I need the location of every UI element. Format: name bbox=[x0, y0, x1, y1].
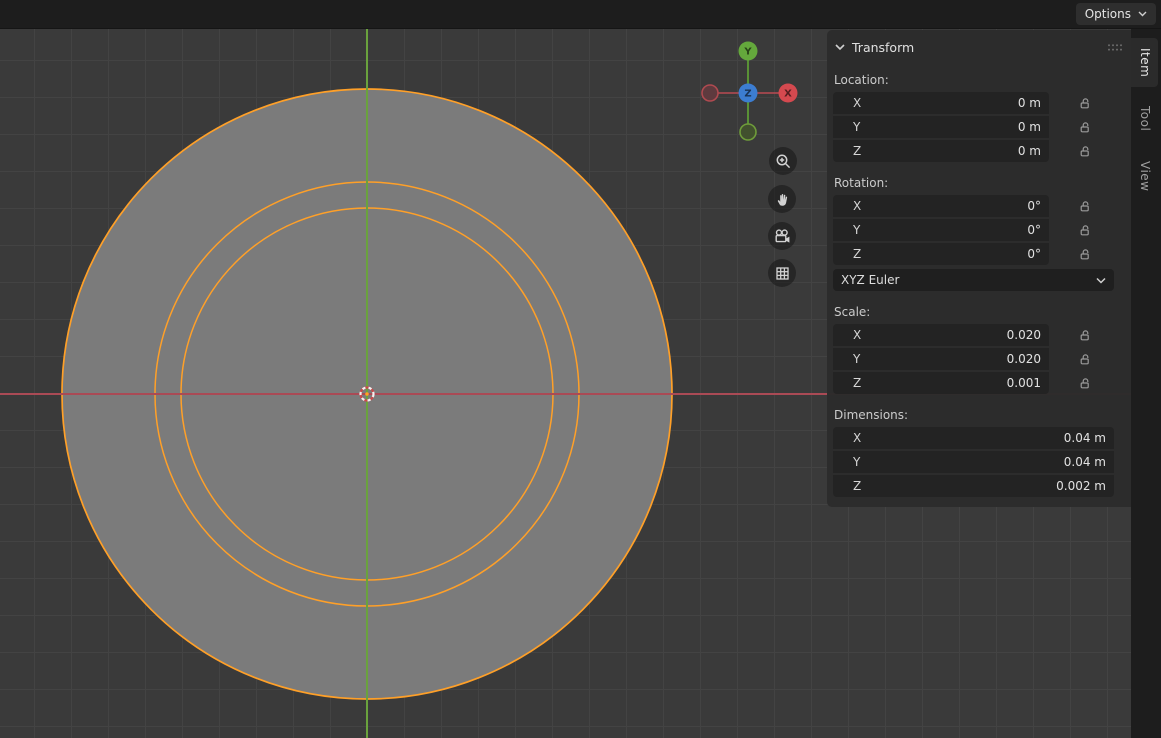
axis-label: Y bbox=[853, 455, 860, 469]
axis-label: Z bbox=[853, 479, 861, 493]
dimensions-label: Dimensions: bbox=[834, 408, 1131, 422]
location-z-field[interactable]: Z 0 m bbox=[833, 140, 1049, 162]
axis-value: 0.001 bbox=[1007, 376, 1041, 390]
scale-z-field[interactable]: Z 0.001 bbox=[833, 372, 1049, 394]
panel-grip-icon[interactable] bbox=[1107, 43, 1123, 52]
lock-icon[interactable] bbox=[1079, 121, 1092, 134]
lock-icon[interactable] bbox=[1079, 353, 1092, 366]
dimensions-y-field[interactable]: Y 0.04 m bbox=[833, 451, 1114, 473]
object-origin-dot bbox=[365, 392, 369, 396]
chevron-down-icon bbox=[835, 43, 845, 51]
axis-value: 0 m bbox=[1018, 96, 1041, 110]
axis-value: 0° bbox=[1027, 199, 1041, 213]
scale-label: Scale: bbox=[834, 305, 1131, 319]
dimensions-x-field[interactable]: X 0.04 m bbox=[833, 427, 1114, 449]
axis-label: X bbox=[853, 96, 861, 110]
rotation-y-field[interactable]: Y 0° bbox=[833, 219, 1049, 241]
rotation-z-field[interactable]: Z 0° bbox=[833, 243, 1049, 265]
gizmo-minus-y-ball[interactable] bbox=[740, 124, 756, 140]
axis-value: 0 m bbox=[1018, 120, 1041, 134]
axis-value: 0.04 m bbox=[1064, 431, 1106, 445]
navigation-gizmo[interactable]: Y X Z bbox=[690, 29, 800, 154]
gizmo-y-label: Y bbox=[743, 47, 752, 58]
lock-icon[interactable] bbox=[1079, 248, 1092, 261]
rotation-mode-value: XYZ Euler bbox=[841, 273, 899, 287]
gizmo-minus-x-ball[interactable] bbox=[702, 85, 718, 101]
axis-label: Y bbox=[853, 120, 860, 134]
chevron-down-icon bbox=[1096, 277, 1106, 284]
axis-label: Z bbox=[853, 376, 861, 390]
blender-window: Y X Z bbox=[0, 0, 1161, 738]
axis-value: 0.020 bbox=[1007, 352, 1041, 366]
lock-icon[interactable] bbox=[1079, 224, 1092, 237]
camera-icon bbox=[773, 228, 791, 245]
axis-value: 0° bbox=[1027, 223, 1041, 237]
zoom-icon bbox=[775, 153, 792, 170]
options-button[interactable]: Options bbox=[1076, 3, 1156, 25]
grid-icon bbox=[774, 265, 791, 282]
axis-label: Y bbox=[853, 352, 860, 366]
axis-value: 0 m bbox=[1018, 144, 1041, 158]
pan-button[interactable] bbox=[768, 185, 796, 213]
axis-label: Y bbox=[853, 223, 860, 237]
scale-x-field[interactable]: X 0.020 bbox=[833, 324, 1049, 346]
axis-value: 0.04 m bbox=[1064, 455, 1106, 469]
rotation-mode-dropdown[interactable]: XYZ Euler bbox=[833, 269, 1114, 291]
options-button-label: Options bbox=[1085, 7, 1131, 21]
lock-icon[interactable] bbox=[1079, 200, 1092, 213]
location-y-field[interactable]: Y 0 m bbox=[833, 116, 1049, 138]
chevron-down-icon bbox=[1138, 11, 1147, 17]
lock-icon[interactable] bbox=[1079, 329, 1092, 342]
zoom-button[interactable] bbox=[769, 147, 797, 175]
panel-title: Transform bbox=[852, 40, 914, 55]
gizmo-x-label: X bbox=[784, 89, 792, 100]
tab-tool[interactable]: Tool bbox=[1131, 96, 1158, 141]
axis-value: 0.020 bbox=[1007, 328, 1041, 342]
transform-panel-header[interactable]: Transform bbox=[827, 30, 1131, 59]
transform-panel: Transform Location: X 0 m bbox=[827, 30, 1131, 507]
location-label: Location: bbox=[834, 73, 1131, 87]
axis-label: Z bbox=[853, 144, 861, 158]
grid-toggle-button[interactable] bbox=[768, 259, 796, 287]
rotation-x-field[interactable]: X 0° bbox=[833, 195, 1049, 217]
tab-view[interactable]: View bbox=[1131, 151, 1158, 201]
axis-value: 0° bbox=[1027, 247, 1041, 261]
sidebar-tab-strip: Item Tool View bbox=[1131, 29, 1161, 738]
axis-value: 0.002 m bbox=[1056, 479, 1106, 493]
3d-cursor bbox=[355, 382, 379, 406]
dimensions-z-field[interactable]: Z 0.002 m bbox=[833, 475, 1114, 497]
gizmo-z-label: Z bbox=[744, 89, 751, 100]
scale-y-field[interactable]: Y 0.020 bbox=[833, 348, 1049, 370]
lock-icon[interactable] bbox=[1079, 145, 1092, 158]
location-x-field[interactable]: X 0 m bbox=[833, 92, 1049, 114]
lock-icon[interactable] bbox=[1079, 97, 1092, 110]
rotation-label: Rotation: bbox=[834, 176, 1131, 190]
tab-item[interactable]: Item bbox=[1131, 38, 1158, 87]
axis-label: X bbox=[853, 431, 861, 445]
axis-label: X bbox=[853, 199, 861, 213]
camera-view-button[interactable] bbox=[768, 222, 796, 250]
axis-label: Z bbox=[853, 247, 861, 261]
hand-icon bbox=[774, 191, 791, 208]
lock-icon[interactable] bbox=[1079, 377, 1092, 390]
viewport-header-bar: Options bbox=[0, 0, 1161, 29]
axis-label: X bbox=[853, 328, 861, 342]
